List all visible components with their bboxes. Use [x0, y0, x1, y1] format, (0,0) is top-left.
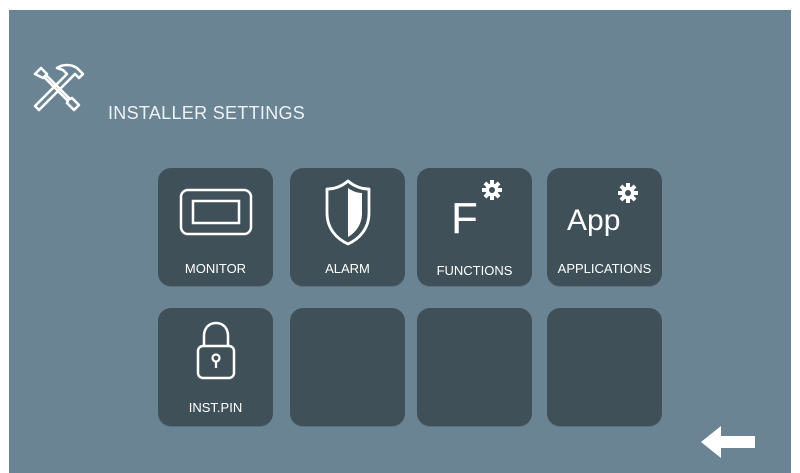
- page-title: INSTALLER SETTINGS: [108, 103, 306, 123]
- monitor-label: MONITOR: [184, 261, 247, 276]
- tools-icon: [27, 58, 91, 122]
- gear-icon: [618, 183, 638, 203]
- functions-glyph: F: [451, 194, 478, 243]
- applications-label: APPLICATIONS: [557, 261, 652, 276]
- padlock-icon: [196, 321, 236, 380]
- empty-tile-2[interactable]: [417, 308, 532, 426]
- installer-settings-screen: INSTALLER SETTINGS MONITOR ALARM F FUNCT…: [9, 10, 791, 473]
- inst-pin-button[interactable]: INST.PIN: [158, 308, 273, 426]
- empty-tile-3[interactable]: [547, 308, 662, 426]
- empty-tile-1[interactable]: [290, 308, 405, 426]
- back-button[interactable]: [699, 422, 759, 462]
- monitor-icon: [179, 188, 253, 236]
- functions-button[interactable]: F FUNCTIONS: [417, 168, 532, 286]
- monitor-button[interactable]: MONITOR: [158, 168, 273, 286]
- applications-button[interactable]: App APPLICATIONS: [547, 168, 662, 286]
- gear-icon: [482, 180, 502, 200]
- shield-icon: [325, 179, 371, 246]
- alarm-label: ALARM: [325, 261, 370, 276]
- functions-label: FUNCTIONS: [436, 263, 513, 278]
- inst-pin-label: INST.PIN: [188, 400, 243, 415]
- back-arrow-icon: [701, 426, 755, 458]
- applications-glyph: App: [567, 204, 621, 237]
- alarm-button[interactable]: ALARM: [290, 168, 405, 286]
